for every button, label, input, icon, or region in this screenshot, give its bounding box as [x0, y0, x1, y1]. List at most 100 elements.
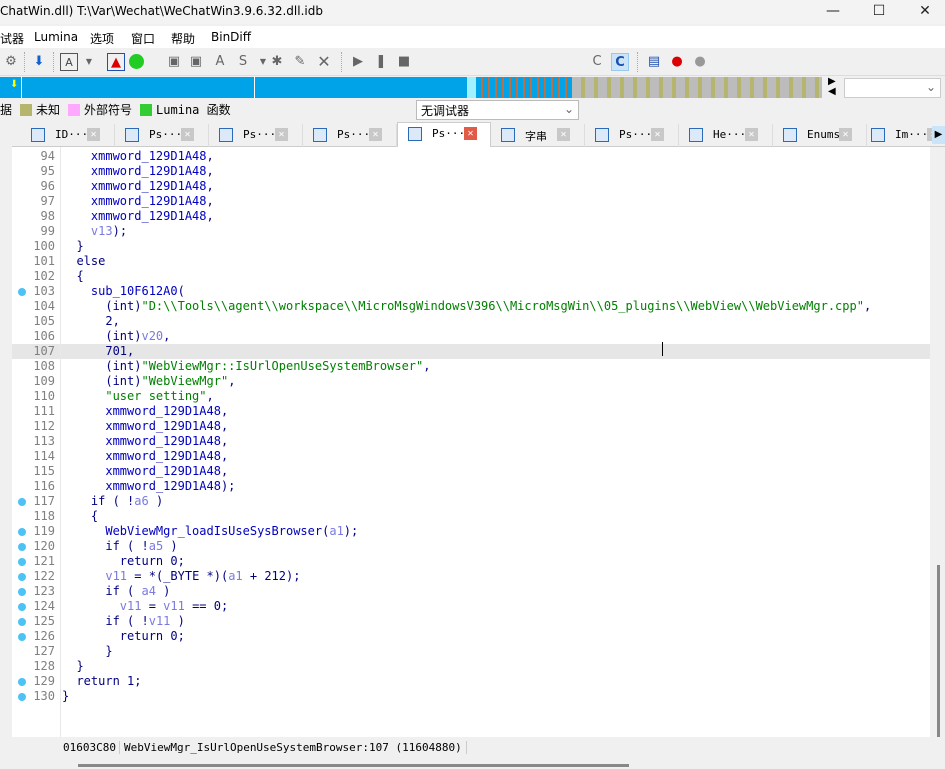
- code-line[interactable]: 119 WebViewMgr_loadIsUseSysBrowser(a1);: [12, 524, 930, 539]
- code-line[interactable]: 116 xmmword_129D1A48);: [12, 479, 930, 494]
- edit-icon[interactable]: ✎: [291, 53, 309, 71]
- menu-help[interactable]: 帮助: [171, 30, 195, 47]
- code-line[interactable]: 102 {: [12, 269, 930, 284]
- code-line[interactable]: 96 xmmword_129D1A48,: [12, 179, 930, 194]
- green-circle-icon[interactable]: [129, 54, 144, 69]
- debugger-select[interactable]: 无调试器 ⌄: [416, 100, 579, 120]
- close-tab-icon[interactable]: ✕: [87, 128, 100, 141]
- code-token: "D:\\Tools\\agent\\workspace\\MicroMsgWi…: [141, 299, 864, 313]
- chevron-down-icon[interactable]: ▼: [80, 53, 98, 71]
- menu-bindiff[interactable]: BinDiff: [211, 30, 251, 44]
- code-line[interactable]: 117 if ( !a6 ): [12, 494, 930, 509]
- navigation-band[interactable]: ⬇: [0, 77, 822, 98]
- code-line[interactable]: 125 if ( !v11 ): [12, 614, 930, 629]
- minimize-button[interactable]: —: [810, 0, 856, 22]
- code-line[interactable]: 108 (int)"WebViewMgr::IsUrlOpenUseSystem…: [12, 359, 930, 374]
- tab-6[interactable]: Ps··· ✕: [585, 124, 679, 147]
- code-line[interactable]: 114 xmmword_129D1A48,: [12, 449, 930, 464]
- code-line[interactable]: 103 sub_10F612A0(: [12, 284, 930, 299]
- chevron-down-icon: ⌄: [925, 80, 936, 94]
- code-line[interactable]: 97 xmmword_129D1A48,: [12, 194, 930, 209]
- code-line[interactable]: 121 return 0;: [12, 554, 930, 569]
- make-array-icon[interactable]: ✱: [268, 53, 286, 71]
- close-tab-icon[interactable]: ✕: [839, 128, 852, 141]
- code-line[interactable]: 94 xmmword_129D1A48,: [12, 149, 930, 164]
- code-line[interactable]: 107 701,: [12, 344, 930, 359]
- code-line[interactable]: 129 return 1;: [12, 674, 930, 689]
- pseudocode-view[interactable]: 94 xmmword_129D1A48, 95 xmmword_129D1A48,…: [12, 147, 930, 737]
- tab-5[interactable]: 字串 ✕: [491, 124, 585, 147]
- make-data-icon[interactable]: ▣: [187, 53, 205, 71]
- code-line[interactable]: 109 (int)"WebViewMgr",: [12, 374, 930, 389]
- close-tab-icon[interactable]: ✕: [745, 128, 758, 141]
- tab-3[interactable]: Ps··· ✕: [303, 124, 397, 147]
- tab-1[interactable]: Ps··· ✕: [115, 124, 209, 147]
- close-tab-icon[interactable]: ✕: [275, 128, 288, 141]
- menu-window[interactable]: 窗口: [131, 30, 155, 47]
- tab-8[interactable]: Enums ✕: [773, 124, 867, 147]
- close-tab-icon[interactable]: ✕: [181, 128, 194, 141]
- close-button[interactable]: ✕: [902, 0, 945, 22]
- stop-icon[interactable]: ■: [395, 53, 413, 71]
- code-line[interactable]: 105 2,: [12, 314, 930, 329]
- breakpoint-list-icon[interactable]: ▤: [645, 53, 663, 71]
- code-line[interactable]: 113 xmmword_129D1A48,: [12, 434, 930, 449]
- tab-0[interactable]: ID··· ✕: [21, 124, 115, 147]
- horizontal-scrollbar-thumb[interactable]: [78, 764, 629, 767]
- tab-7[interactable]: He··· ✕: [679, 124, 773, 147]
- code-line[interactable]: 98 xmmword_129D1A48,: [12, 209, 930, 224]
- code-line[interactable]: 127 }: [12, 644, 930, 659]
- code-line[interactable]: 130}: [12, 689, 930, 704]
- menu-options[interactable]: 选项: [90, 30, 114, 47]
- code-text: return 0;: [62, 629, 185, 644]
- code-line[interactable]: 100 }: [12, 239, 930, 254]
- make-string-icon[interactable]: S: [234, 53, 252, 71]
- code-line[interactable]: 112 xmmword_129D1A48,: [12, 419, 930, 434]
- code-line[interactable]: 115 xmmword_129D1A48,: [12, 464, 930, 479]
- vertical-scrollbar-thumb[interactable]: [937, 565, 940, 737]
- code-line[interactable]: 95 xmmword_129D1A48,: [12, 164, 930, 179]
- tab-scroll-right-icon[interactable]: ▶: [932, 126, 945, 144]
- delete-breakpoint-icon[interactable]: ●: [691, 53, 709, 71]
- code-line[interactable]: 128 }: [12, 659, 930, 674]
- pause-icon[interactable]: ❚: [372, 53, 390, 71]
- jump-down-icon[interactable]: ⬇: [30, 53, 48, 71]
- code-line[interactable]: 118 {: [12, 509, 930, 524]
- code-line[interactable]: 122 v11 = *(_BYTE *)(a1 + 212);: [12, 569, 930, 584]
- warning-icon[interactable]: ▲: [107, 53, 125, 71]
- code-line[interactable]: 120 if ( !a5 ): [12, 539, 930, 554]
- code-token: }: [105, 644, 113, 658]
- code-line[interactable]: 104 (int)"D:\\Tools\\agent\\workspace\\M…: [12, 299, 930, 314]
- play-icon[interactable]: ▶: [349, 53, 367, 71]
- nav-scroll-arrows-icon[interactable]: ▶ ◀: [828, 77, 836, 97]
- menu-lumina[interactable]: Lumina: [34, 30, 78, 44]
- close-tab-icon[interactable]: ✕: [369, 128, 382, 141]
- code-text: (int)"WebViewMgr",: [62, 374, 235, 389]
- line-number: 98: [40, 209, 55, 223]
- code-line[interactable]: 110 "user setting",: [12, 389, 930, 404]
- code-line[interactable]: 124 v11 = v11 == 0;: [12, 599, 930, 614]
- make-ascii-icon[interactable]: A: [211, 53, 229, 71]
- close-tab-icon[interactable]: ✕: [651, 128, 664, 141]
- add-breakpoint-icon[interactable]: ●: [668, 53, 686, 71]
- maximize-button[interactable]: ☐: [856, 0, 902, 22]
- undefine-icon[interactable]: ✕: [315, 53, 333, 71]
- code-line[interactable]: 106 (int)v20,: [12, 329, 930, 344]
- nav-select[interactable]: ⌄: [844, 78, 941, 98]
- code-line[interactable]: 123 if ( a4 ): [12, 584, 930, 599]
- decompile-icon[interactable]: C: [611, 53, 629, 71]
- decompile-prev-icon[interactable]: C: [588, 53, 606, 71]
- code-line[interactable]: 111 xmmword_129D1A48,: [12, 404, 930, 419]
- code-line[interactable]: 99 v13);: [12, 224, 930, 239]
- code-line[interactable]: 101 else: [12, 254, 930, 269]
- close-tab-icon[interactable]: ✕: [464, 127, 477, 140]
- make-code-icon[interactable]: ▣: [165, 53, 183, 71]
- code-line[interactable]: 126 return 0;: [12, 629, 930, 644]
- close-tab-icon[interactable]: ✕: [557, 128, 570, 141]
- text-mode-icon[interactable]: A: [60, 53, 78, 71]
- menu-debugger[interactable]: 试器: [0, 30, 24, 47]
- binoculars-icon[interactable]: ⚙: [2, 53, 20, 71]
- tab-2[interactable]: Ps··· ✕: [209, 124, 303, 147]
- tab-4[interactable]: Ps··· ✕: [397, 122, 491, 147]
